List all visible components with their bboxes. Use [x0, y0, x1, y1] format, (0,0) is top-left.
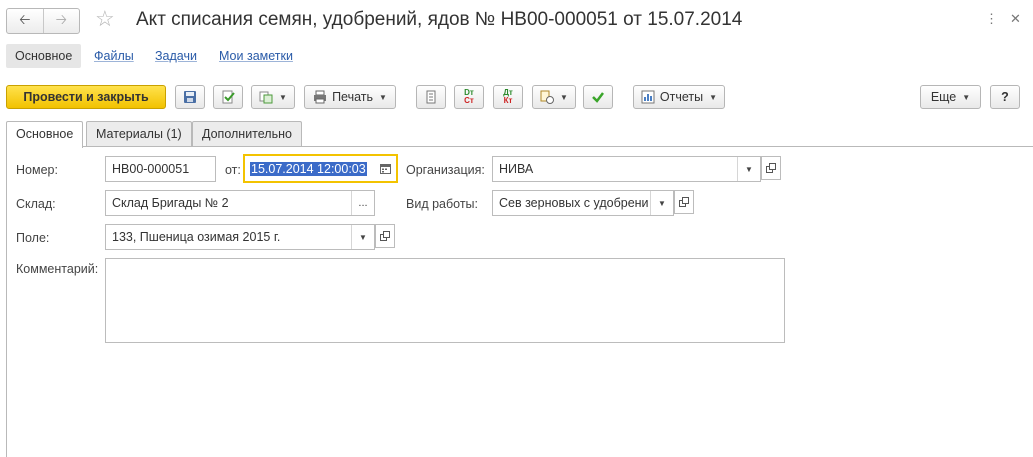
- open-window-icon: [679, 197, 689, 207]
- forward-button[interactable]: 🡢: [42, 9, 80, 33]
- chevron-down-icon: ▼: [560, 92, 568, 102]
- work-type-open-button[interactable]: [674, 190, 694, 214]
- window-title: Акт списания семян, удобрений, ядов № НВ…: [136, 9, 743, 30]
- approve-button[interactable]: [583, 85, 613, 109]
- work-type-label: Вид работы:: [406, 197, 479, 211]
- organization-select[interactable]: НИВА ▼: [492, 156, 761, 182]
- organization-value: НИВА: [499, 162, 534, 176]
- section-files[interactable]: Файлы: [94, 44, 134, 68]
- save-button[interactable]: [175, 85, 205, 109]
- more-label: Еще: [930, 90, 957, 104]
- chevron-down-icon: ▼: [279, 92, 287, 102]
- reports-button[interactable]: Отчеты ▼: [633, 85, 725, 109]
- date-value: 15.07.2014 12:00:03: [250, 161, 367, 176]
- chevron-down-icon: ▼: [709, 92, 718, 102]
- organization-label: Организация:: [406, 163, 485, 177]
- field-label: Поле:: [16, 231, 50, 245]
- date-input[interactable]: 15.07.2014 12:00:03: [243, 154, 398, 183]
- arrow-right-icon: 🡢: [55, 11, 67, 27]
- journal-list-icon: [426, 90, 436, 104]
- more-button[interactable]: Еще ▼: [920, 85, 981, 109]
- number-value: НВ00-000051: [112, 162, 190, 176]
- reports-icon: [641, 90, 655, 104]
- field-dropdown-button[interactable]: ▼: [351, 225, 374, 249]
- number-label: Номер:: [16, 163, 58, 177]
- post-button[interactable]: [213, 85, 243, 109]
- chevron-down-icon: ▼: [962, 92, 971, 102]
- create-based-on-button[interactable]: ▼: [251, 85, 295, 109]
- field-open-button[interactable]: [375, 224, 395, 248]
- more-menu-icon[interactable]: ⋮: [985, 12, 998, 26]
- field-value: 133, Пшеница озимая 2015 г.: [112, 230, 281, 244]
- calendar-icon: [379, 164, 391, 174]
- post-document-icon: [222, 90, 235, 104]
- organization-dropdown-button[interactable]: ▼: [737, 157, 760, 181]
- work-type-value: Сев зерновых с удобрени: [499, 196, 649, 210]
- open-window-icon: [380, 231, 390, 241]
- section-notes[interactable]: Мои заметки: [219, 44, 293, 68]
- related-documents-button[interactable]: ▼: [532, 85, 576, 109]
- create-based-icon: [259, 91, 273, 104]
- dt-kt-button[interactable]: Дт Кт: [493, 85, 523, 109]
- work-type-select[interactable]: Сев зерновых с удобрени ▼: [492, 190, 674, 216]
- chevron-down-icon: ▼: [379, 92, 387, 102]
- dt-ct-button[interactable]: Dт Cт: [454, 85, 484, 109]
- checkmark-icon: [592, 92, 604, 103]
- print-label: Печать: [332, 90, 374, 104]
- warehouse-label: Склад:: [16, 197, 56, 211]
- favorite-star-icon[interactable]: ☆: [95, 7, 115, 31]
- calendar-button[interactable]: [374, 157, 396, 180]
- comment-textarea[interactable]: [105, 258, 785, 343]
- chevron-down-icon: ▼: [658, 198, 666, 208]
- open-window-icon: [766, 163, 776, 173]
- number-input[interactable]: НВ00-000051: [105, 156, 216, 182]
- section-tasks[interactable]: Задачи: [155, 44, 197, 68]
- floppy-disk-icon: [184, 91, 196, 103]
- tab-materials[interactable]: Материалы (1): [86, 121, 192, 147]
- work-type-dropdown-button[interactable]: ▼: [650, 191, 673, 215]
- print-button[interactable]: Печать ▼: [304, 85, 396, 109]
- arrow-left-icon: 🡠: [19, 11, 31, 27]
- related-docs-icon: [540, 90, 555, 104]
- post-and-close-button[interactable]: Провести и закрыть: [6, 85, 166, 109]
- journal-button[interactable]: [416, 85, 446, 109]
- chevron-down-icon: ▼: [359, 232, 367, 242]
- field-select[interactable]: 133, Пшеница озимая 2015 г. ▼: [105, 224, 375, 250]
- tab-additional[interactable]: Дополнительно: [192, 121, 302, 147]
- warehouse-value: Склад Бригады № 2: [112, 196, 229, 210]
- kt-label: Кт: [503, 96, 513, 105]
- tab-main[interactable]: Основное: [6, 121, 84, 148]
- history-nav: 🡠 🡢: [6, 8, 80, 34]
- organization-open-button[interactable]: [761, 156, 781, 180]
- warehouse-input[interactable]: Склад Бригады № 2 ...: [105, 190, 375, 216]
- help-button[interactable]: ?: [990, 85, 1020, 109]
- reports-label: Отчеты: [659, 90, 704, 104]
- ct-label: Cт: [464, 96, 474, 105]
- printer-icon: [314, 90, 327, 104]
- section-main[interactable]: Основное: [6, 44, 82, 68]
- chevron-down-icon: ▼: [745, 164, 753, 174]
- comment-label: Комментарий:: [16, 262, 99, 276]
- warehouse-select-button[interactable]: ...: [351, 191, 374, 215]
- back-button[interactable]: 🡠: [7, 9, 43, 33]
- close-icon[interactable]: ✕: [1010, 12, 1021, 26]
- date-from-label: от:: [225, 163, 241, 177]
